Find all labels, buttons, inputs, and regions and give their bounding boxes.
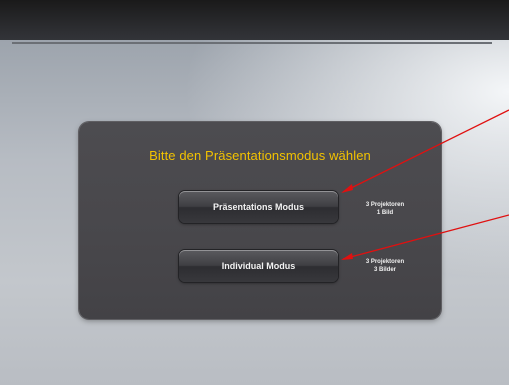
arrow-to-individual-mode xyxy=(341,214,509,260)
annotation-arrows xyxy=(341,109,509,260)
arrow-to-presentation-mode xyxy=(341,109,509,193)
